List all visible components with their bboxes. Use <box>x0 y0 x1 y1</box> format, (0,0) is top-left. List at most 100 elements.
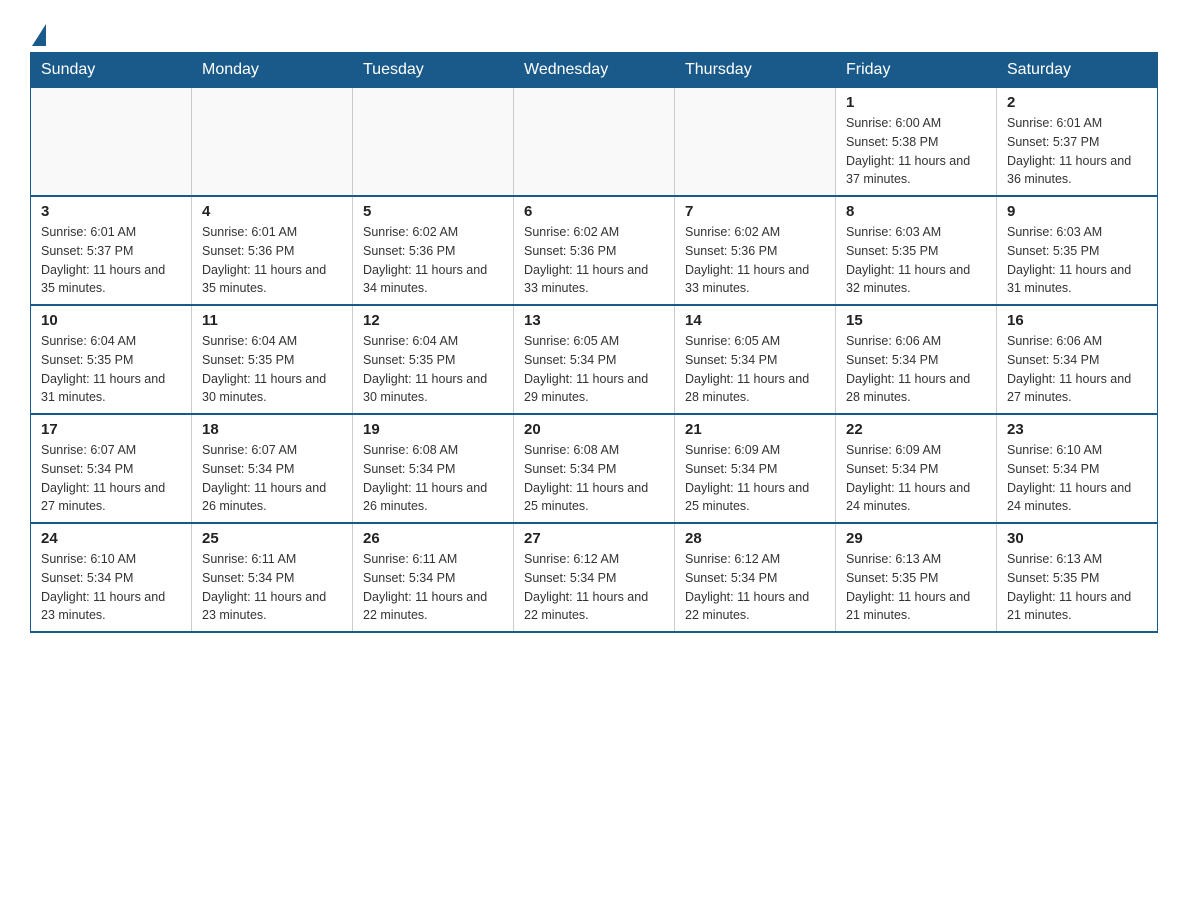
day-info: Sunrise: 6:08 AM Sunset: 5:34 PM Dayligh… <box>524 441 664 516</box>
day-number: 27 <box>524 530 664 547</box>
day-cell: 30 Sunrise: 6:13 AM Sunset: 5:35 PM Dayli… <box>997 523 1158 632</box>
day-number: 13 <box>524 312 664 329</box>
day-number: 10 <box>41 312 181 329</box>
day-info: Sunrise: 6:11 AM Sunset: 5:34 PM Dayligh… <box>202 550 342 625</box>
day-header-wednesday: Wednesday <box>514 53 675 88</box>
day-cell: 16 Sunrise: 6:06 AM Sunset: 5:34 PM Dayli… <box>997 305 1158 414</box>
day-cell: 24 Sunrise: 6:10 AM Sunset: 5:34 PM Dayli… <box>31 523 192 632</box>
day-info: Sunrise: 6:10 AM Sunset: 5:34 PM Dayligh… <box>1007 441 1147 516</box>
day-info: Sunrise: 6:06 AM Sunset: 5:34 PM Dayligh… <box>846 332 986 407</box>
day-cell: 8 Sunrise: 6:03 AM Sunset: 5:35 PM Daylig… <box>836 196 997 305</box>
logo-triangle-icon <box>32 24 46 46</box>
day-cell: 14 Sunrise: 6:05 AM Sunset: 5:34 PM Dayli… <box>675 305 836 414</box>
day-cell: 28 Sunrise: 6:12 AM Sunset: 5:34 PM Dayli… <box>675 523 836 632</box>
day-info: Sunrise: 6:12 AM Sunset: 5:34 PM Dayligh… <box>524 550 664 625</box>
day-number: 29 <box>846 530 986 547</box>
calendar-table: SundayMondayTuesdayWednesdayThursdayFrid… <box>30 52 1158 633</box>
day-cell: 25 Sunrise: 6:11 AM Sunset: 5:34 PM Dayli… <box>192 523 353 632</box>
day-number: 28 <box>685 530 825 547</box>
day-cell <box>675 88 836 197</box>
day-info: Sunrise: 6:05 AM Sunset: 5:34 PM Dayligh… <box>685 332 825 407</box>
day-info: Sunrise: 6:05 AM Sunset: 5:34 PM Dayligh… <box>524 332 664 407</box>
day-info: Sunrise: 6:09 AM Sunset: 5:34 PM Dayligh… <box>685 441 825 516</box>
day-header-tuesday: Tuesday <box>353 53 514 88</box>
day-info: Sunrise: 6:07 AM Sunset: 5:34 PM Dayligh… <box>202 441 342 516</box>
day-info: Sunrise: 6:03 AM Sunset: 5:35 PM Dayligh… <box>846 223 986 298</box>
day-number: 5 <box>363 203 503 220</box>
day-number: 20 <box>524 421 664 438</box>
day-info: Sunrise: 6:04 AM Sunset: 5:35 PM Dayligh… <box>363 332 503 407</box>
day-cell: 26 Sunrise: 6:11 AM Sunset: 5:34 PM Dayli… <box>353 523 514 632</box>
day-info: Sunrise: 6:00 AM Sunset: 5:38 PM Dayligh… <box>846 114 986 189</box>
day-number: 3 <box>41 203 181 220</box>
week-row-3: 10 Sunrise: 6:04 AM Sunset: 5:35 PM Dayli… <box>31 305 1158 414</box>
day-number: 9 <box>1007 203 1147 220</box>
day-cell <box>192 88 353 197</box>
week-row-1: 1 Sunrise: 6:00 AM Sunset: 5:38 PM Daylig… <box>31 88 1158 197</box>
day-number: 1 <box>846 94 986 111</box>
day-info: Sunrise: 6:13 AM Sunset: 5:35 PM Dayligh… <box>846 550 986 625</box>
day-cell: 15 Sunrise: 6:06 AM Sunset: 5:34 PM Dayli… <box>836 305 997 414</box>
day-cell: 7 Sunrise: 6:02 AM Sunset: 5:36 PM Daylig… <box>675 196 836 305</box>
day-number: 22 <box>846 421 986 438</box>
day-number: 8 <box>846 203 986 220</box>
day-cell <box>514 88 675 197</box>
day-cell: 13 Sunrise: 6:05 AM Sunset: 5:34 PM Dayli… <box>514 305 675 414</box>
day-number: 25 <box>202 530 342 547</box>
day-info: Sunrise: 6:04 AM Sunset: 5:35 PM Dayligh… <box>202 332 342 407</box>
day-header-monday: Monday <box>192 53 353 88</box>
day-cell: 12 Sunrise: 6:04 AM Sunset: 5:35 PM Dayli… <box>353 305 514 414</box>
day-cell: 4 Sunrise: 6:01 AM Sunset: 5:36 PM Daylig… <box>192 196 353 305</box>
day-header-thursday: Thursday <box>675 53 836 88</box>
day-cell: 10 Sunrise: 6:04 AM Sunset: 5:35 PM Dayli… <box>31 305 192 414</box>
day-cell: 21 Sunrise: 6:09 AM Sunset: 5:34 PM Dayli… <box>675 414 836 523</box>
logo <box>30 20 46 42</box>
day-header-friday: Friday <box>836 53 997 88</box>
day-number: 23 <box>1007 421 1147 438</box>
day-number: 14 <box>685 312 825 329</box>
day-number: 30 <box>1007 530 1147 547</box>
day-cell <box>353 88 514 197</box>
day-info: Sunrise: 6:13 AM Sunset: 5:35 PM Dayligh… <box>1007 550 1147 625</box>
day-cell: 1 Sunrise: 6:00 AM Sunset: 5:38 PM Daylig… <box>836 88 997 197</box>
day-info: Sunrise: 6:04 AM Sunset: 5:35 PM Dayligh… <box>41 332 181 407</box>
header <box>30 20 1158 42</box>
week-row-5: 24 Sunrise: 6:10 AM Sunset: 5:34 PM Dayli… <box>31 523 1158 632</box>
day-cell <box>31 88 192 197</box>
day-cell: 22Sunrise: 6:09 AM Sunset: 5:34 PM Dayli… <box>836 414 997 523</box>
day-info: Sunrise: 6:01 AM Sunset: 5:36 PM Dayligh… <box>202 223 342 298</box>
day-number: 12 <box>363 312 503 329</box>
day-number: 16 <box>1007 312 1147 329</box>
day-cell: 19Sunrise: 6:08 AM Sunset: 5:34 PM Dayli… <box>353 414 514 523</box>
day-info: Sunrise: 6:11 AM Sunset: 5:34 PM Dayligh… <box>363 550 503 625</box>
day-info: Sunrise: 6:01 AM Sunset: 5:37 PM Dayligh… <box>1007 114 1147 189</box>
day-cell: 2 Sunrise: 6:01 AM Sunset: 5:37 PM Daylig… <box>997 88 1158 197</box>
day-info: Sunrise: 6:07 AM Sunset: 5:34 PM Dayligh… <box>41 441 181 516</box>
day-cell: 6Sunrise: 6:02 AM Sunset: 5:36 PM Daylig… <box>514 196 675 305</box>
day-info: Sunrise: 6:06 AM Sunset: 5:34 PM Dayligh… <box>1007 332 1147 407</box>
day-info: Sunrise: 6:02 AM Sunset: 5:36 PM Dayligh… <box>524 223 664 298</box>
day-number: 7 <box>685 203 825 220</box>
day-info: Sunrise: 6:01 AM Sunset: 5:37 PM Dayligh… <box>41 223 181 298</box>
day-info: Sunrise: 6:02 AM Sunset: 5:36 PM Dayligh… <box>685 223 825 298</box>
day-cell: 27 Sunrise: 6:12 AM Sunset: 5:34 PM Dayli… <box>514 523 675 632</box>
week-row-4: 17 Sunrise: 6:07 AM Sunset: 5:34 PM Dayli… <box>31 414 1158 523</box>
day-info: Sunrise: 6:03 AM Sunset: 5:35 PM Dayligh… <box>1007 223 1147 298</box>
week-row-2: 3 Sunrise: 6:01 AM Sunset: 5:37 PM Daylig… <box>31 196 1158 305</box>
day-number: 19 <box>363 421 503 438</box>
day-header-sunday: Sunday <box>31 53 192 88</box>
day-number: 2 <box>1007 94 1147 111</box>
day-number: 26 <box>363 530 503 547</box>
day-cell: 17 Sunrise: 6:07 AM Sunset: 5:34 PM Dayli… <box>31 414 192 523</box>
day-number: 15 <box>846 312 986 329</box>
day-cell: 9 Sunrise: 6:03 AM Sunset: 5:35 PM Daylig… <box>997 196 1158 305</box>
day-info: Sunrise: 6:10 AM Sunset: 5:34 PM Dayligh… <box>41 550 181 625</box>
day-cell: 11 Sunrise: 6:04 AM Sunset: 5:35 PM Dayli… <box>192 305 353 414</box>
day-info: Sunrise: 6:12 AM Sunset: 5:34 PM Dayligh… <box>685 550 825 625</box>
day-number: 21 <box>685 421 825 438</box>
day-header-saturday: Saturday <box>997 53 1158 88</box>
day-number: 4 <box>202 203 342 220</box>
day-number: 24 <box>41 530 181 547</box>
day-number: 17 <box>41 421 181 438</box>
day-number: 11 <box>202 312 342 329</box>
